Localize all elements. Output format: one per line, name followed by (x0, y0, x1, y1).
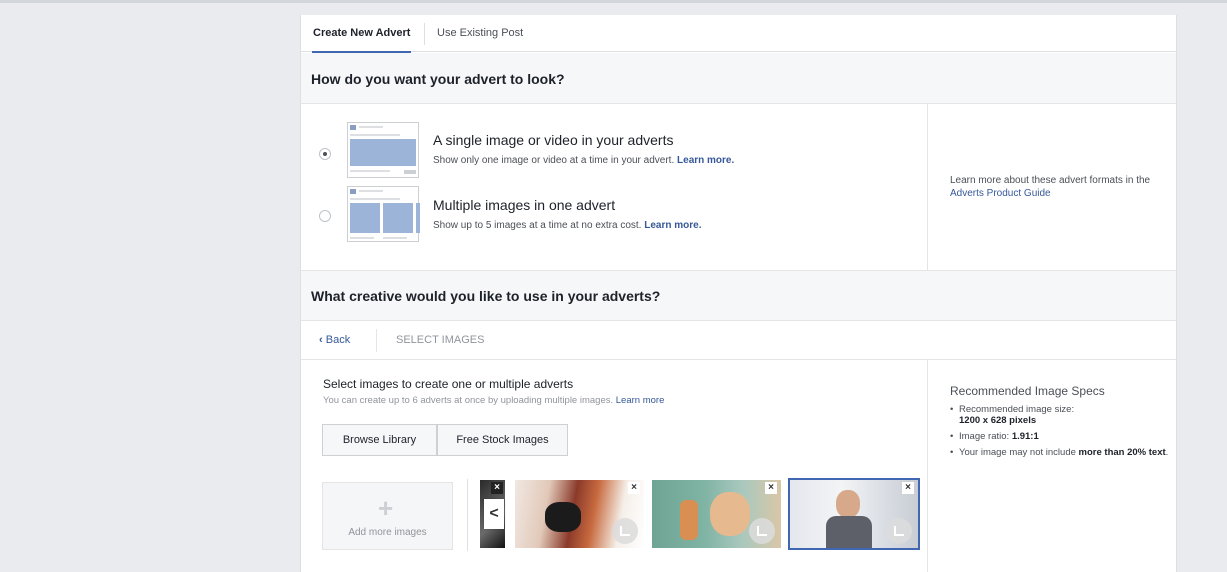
tab-create-new-advert[interactable]: Create New Advert (311, 15, 412, 53)
remove-image-icon[interactable]: × (491, 482, 503, 494)
select-desc-text: You can create up to 6 adverts at once b… (323, 395, 614, 406)
spec-text-suffix: . (1165, 447, 1169, 458)
spec-ratio-label: Image ratio: (959, 431, 1010, 442)
step-label: SELECT IMAGES (396, 334, 485, 346)
tab-bar: Create New Advert Use Existing Post (301, 15, 1176, 53)
tab-use-existing-post[interactable]: Use Existing Post (437, 15, 523, 52)
crop-icon[interactable] (612, 518, 638, 544)
multiple-images-desc-text: Show up to 5 images at a time at no extr… (433, 220, 642, 231)
spec-ratio-value: 1.91:1 (1011, 431, 1039, 442)
remove-image-icon[interactable]: × (765, 482, 777, 494)
spec-text-bold: more than 20% text (1078, 447, 1166, 458)
format-options-list: A single image or video in your adverts … (301, 104, 928, 271)
back-label: Back (325, 334, 351, 346)
advert-creation-panel: Create New Advert Use Existing Post How … (300, 15, 1177, 572)
creative-section-heading: What creative would you like to use in y… (301, 271, 1176, 321)
spec-text-limit: Your image may not include more than 20%… (950, 447, 1170, 458)
free-stock-images-button[interactable]: Free Stock Images (437, 424, 568, 456)
image-selection-area: Select images to create one or multiple … (301, 360, 928, 572)
image-specs-panel: Recommended Image Specs Recommended imag… (928, 360, 1177, 572)
multiple-images-learn-more-link[interactable]: Learn more. (644, 220, 701, 231)
scroll-left-button[interactable]: < (484, 499, 504, 529)
format-options: A single image or video in your adverts … (301, 104, 1176, 271)
image-strip-divider (467, 479, 468, 551)
remove-image-icon[interactable]: × (628, 482, 640, 494)
single-image-radio[interactable] (319, 148, 331, 160)
single-image-learn-more-link[interactable]: Learn more. (677, 155, 734, 166)
step-navigation: ‹ Back SELECT IMAGES (301, 321, 1176, 360)
back-button[interactable]: ‹ Back (319, 321, 350, 360)
select-images-desc: You can create up to 6 adverts at once b… (323, 395, 664, 406)
format-guide-text: Learn more about these advert formats in… (950, 174, 1160, 200)
creative-heading-text: What creative would you like to use in y… (311, 288, 661, 304)
select-images-title: Select images to create one or multiple … (323, 377, 574, 391)
single-image-option-title[interactable]: A single image or video in your adverts (433, 132, 673, 148)
spec-image-ratio: Image ratio: 1.91:1 (950, 431, 1170, 442)
multiple-images-format-thumbnail (347, 186, 420, 242)
spec-text-prefix: Your image may not include (959, 447, 1076, 458)
uploaded-image-tile[interactable]: × (515, 480, 644, 548)
spec-size-value: 1200 x 628 pixels (959, 415, 1037, 426)
browse-library-button[interactable]: Browse Library (322, 424, 437, 456)
guide-prefix: Learn more about these advert formats in… (950, 175, 1151, 186)
select-learn-more-link[interactable]: Learn more (616, 395, 665, 406)
spec-image-size: Recommended image size:1200 x 628 pixels (950, 404, 1170, 426)
adverts-product-guide-link[interactable]: Adverts Product Guide (950, 188, 1051, 199)
add-more-images-label: Add more images (348, 527, 427, 538)
uploaded-image-tile[interactable]: × (652, 480, 781, 548)
add-more-images-button[interactable]: + Add more images (322, 482, 453, 550)
step-divider (376, 329, 377, 352)
image-specs-title: Recommended Image Specs (950, 384, 1105, 398)
remove-image-icon[interactable]: × (902, 482, 914, 494)
format-guide-panel: Learn more about these advert formats in… (928, 104, 1177, 271)
single-image-format-thumbnail (347, 122, 419, 178)
multiple-images-radio[interactable] (319, 210, 331, 222)
format-section-heading: How do you want your advert to look? (301, 53, 1176, 104)
multiple-images-option-title[interactable]: Multiple images in one advert (433, 197, 615, 213)
spec-size-label: Recommended image size: (959, 404, 1075, 415)
plus-icon: + (378, 493, 394, 523)
single-image-desc-text: Show only one image or video at a time i… (433, 155, 675, 166)
uploaded-image-tile-selected[interactable]: × (788, 478, 920, 550)
format-heading-text: How do you want your advert to look? (311, 71, 565, 87)
crop-icon[interactable] (886, 518, 912, 544)
top-border (0, 0, 1227, 3)
single-image-option-desc: Show only one image or video at a time i… (433, 155, 734, 166)
image-specs-list: Recommended image size:1200 x 628 pixels… (950, 404, 1170, 463)
tab-divider (424, 23, 425, 45)
chevron-left-icon: ‹ (319, 334, 323, 346)
crop-icon[interactable] (749, 518, 775, 544)
multiple-images-option-desc: Show up to 5 images at a time at no extr… (433, 220, 701, 231)
